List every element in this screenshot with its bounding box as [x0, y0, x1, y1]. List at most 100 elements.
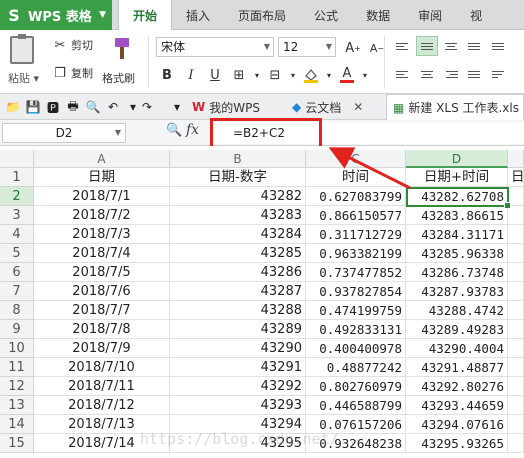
row-header[interactable]: 5 — [0, 244, 34, 263]
cell-e[interactable] — [508, 301, 524, 320]
cell-date-number[interactable]: 43284 — [170, 225, 306, 244]
cell-date-time[interactable]: 43289.49283 — [406, 320, 508, 339]
row-header[interactable]: 14 — [0, 415, 34, 434]
cell-b1[interactable]: 日期-数字 — [170, 168, 306, 187]
cell-e[interactable] — [508, 415, 524, 434]
pdf-icon[interactable]: 🅿 — [44, 98, 62, 116]
align-middle-icon[interactable] — [416, 36, 438, 56]
row-header[interactable]: 12 — [0, 377, 34, 396]
column-header-a[interactable]: A — [34, 150, 170, 168]
cell-e[interactable] — [508, 263, 524, 282]
cell-date-number[interactable]: 43290 — [170, 339, 306, 358]
cell-date[interactable]: 2018/7/9 — [34, 339, 170, 358]
cell-date-number[interactable]: 43283 — [170, 206, 306, 225]
cell-time[interactable]: 0.48877242 — [306, 358, 406, 377]
cell-a1[interactable]: 日期 — [34, 168, 170, 187]
grow-font-icon[interactable]: A + — [342, 37, 364, 59]
format-painter-button[interactable]: 格式刷 — [102, 34, 142, 90]
doc-tab-cloud-docs[interactable]: ◆ 云文档 ✕ — [292, 94, 363, 120]
cell-e[interactable] — [508, 396, 524, 415]
tab-view[interactable]: 视 — [456, 0, 496, 30]
paste-button[interactable]: 粘贴 ▾ — [6, 34, 40, 90]
underline-icon[interactable]: U — [204, 64, 226, 86]
cell-date-time[interactable]: 43295.93265 — [406, 434, 508, 453]
cell-date-time[interactable]: 43283.86615 — [406, 206, 508, 225]
preview-icon[interactable]: 🔍 — [84, 98, 102, 116]
tab-home[interactable]: 开始 — [118, 0, 173, 31]
cell-date[interactable]: 2018/7/1 — [34, 187, 170, 206]
cell-date-time[interactable]: 43285.96338 — [406, 244, 508, 263]
row-header[interactable]: 9 — [0, 320, 34, 339]
column-header-c[interactable]: C — [306, 150, 406, 168]
cell-e[interactable] — [508, 339, 524, 358]
cell-date[interactable]: 2018/7/2 — [34, 206, 170, 225]
cell-date-time[interactable]: 43287.93783 — [406, 282, 508, 301]
cell-date-time[interactable]: 43294.07616 — [406, 415, 508, 434]
print-icon[interactable]: 🖶 — [64, 98, 82, 116]
app-menu-button[interactable]: S WPS 表格 ▼ — [0, 0, 112, 30]
cell-date[interactable]: 2018/7/4 — [34, 244, 170, 263]
fill-color-icon[interactable] — [300, 64, 322, 86]
column-header-b[interactable]: B — [170, 150, 306, 168]
cell-date-time[interactable]: 43291.48877 — [406, 358, 508, 377]
cell-time[interactable]: 0.492833131 — [306, 320, 406, 339]
cell-d1[interactable]: 日期+时间 — [406, 168, 508, 187]
indent-icon[interactable] — [488, 36, 510, 56]
cell-date-number[interactable]: 43292 — [170, 377, 306, 396]
row-header[interactable]: 13 — [0, 396, 34, 415]
save-icon[interactable]: 💾 — [24, 98, 42, 116]
cell-e[interactable] — [508, 358, 524, 377]
cell-e1[interactable]: 日 — [508, 168, 524, 187]
close-icon[interactable]: ✕ — [353, 100, 363, 114]
cell-time[interactable]: 0.474199759 — [306, 301, 406, 320]
cell-time[interactable]: 0.737477852 — [306, 263, 406, 282]
cell-date-number[interactable]: 43289 — [170, 320, 306, 339]
cut-button[interactable]: ✂ 剪切 — [52, 36, 93, 54]
cell-e[interactable] — [508, 206, 524, 225]
insert-function-button[interactable]: fx — [186, 122, 199, 138]
cell-date[interactable]: 2018/7/3 — [34, 225, 170, 244]
cell-date-number[interactable]: 43293 — [170, 396, 306, 415]
folder-icon[interactable]: 📁 — [4, 98, 22, 116]
border-dropdown-icon[interactable]: ▾ — [252, 64, 262, 86]
redo-icon[interactable]: ↷ — [138, 98, 156, 116]
cell-date-time[interactable]: 43284.31171 — [406, 225, 508, 244]
undo-icon[interactable]: ↶ — [104, 98, 122, 116]
doc-tab-current-workbook[interactable]: ▦ 新建 XLS 工作表.xls — [386, 94, 524, 120]
cell-time[interactable]: 0.937827854 — [306, 282, 406, 301]
cell-e[interactable] — [508, 187, 524, 206]
tab-insert[interactable]: 插入 — [172, 0, 224, 30]
row-header[interactable]: 2 — [0, 187, 34, 206]
font-color-dropdown-icon[interactable]: ▾ — [360, 64, 370, 86]
cell-date-time[interactable]: 43290.4004 — [406, 339, 508, 358]
cell-date-time[interactable]: 43286.73748 — [406, 263, 508, 282]
row-header[interactable]: 4 — [0, 225, 34, 244]
row-header[interactable]: 6 — [0, 263, 34, 282]
cell-date-time[interactable]: 43288.4742 — [406, 301, 508, 320]
align-bottom-icon[interactable] — [440, 36, 462, 56]
cell-e[interactable] — [508, 377, 524, 396]
cell-time[interactable]: 0.963382199 — [306, 244, 406, 263]
cell-time[interactable]: 0.627083799 — [306, 187, 406, 206]
tab-review[interactable]: 审阅 — [404, 0, 456, 30]
row-header[interactable]: 10 — [0, 339, 34, 358]
column-header-e[interactable] — [508, 150, 524, 168]
cell-e[interactable] — [508, 320, 524, 339]
doc-tab-my-wps[interactable]: W 我的WPS — [192, 94, 260, 120]
tab-formulas[interactable]: 公式 — [300, 0, 352, 30]
row-header[interactable]: 8 — [0, 301, 34, 320]
cell-e[interactable] — [508, 434, 524, 453]
cell-date-time[interactable]: 43293.44659 — [406, 396, 508, 415]
search-icon[interactable]: 🔍 — [166, 123, 182, 138]
cell-time[interactable]: 0.866150577 — [306, 206, 406, 225]
row-header[interactable]: 3 — [0, 206, 34, 225]
tab-data[interactable]: 数据 — [352, 0, 404, 30]
cell-date[interactable]: 2018/7/8 — [34, 320, 170, 339]
copy-button[interactable]: ❐ 复制 — [52, 64, 93, 82]
distribute-icon[interactable] — [464, 64, 486, 84]
cell-date-number[interactable]: 43288 — [170, 301, 306, 320]
cell-date[interactable]: 2018/7/5 — [34, 263, 170, 282]
wrap-text-icon[interactable] — [488, 64, 510, 84]
cell-date-number[interactable]: 43285 — [170, 244, 306, 263]
align-top-icon[interactable] — [392, 36, 414, 56]
